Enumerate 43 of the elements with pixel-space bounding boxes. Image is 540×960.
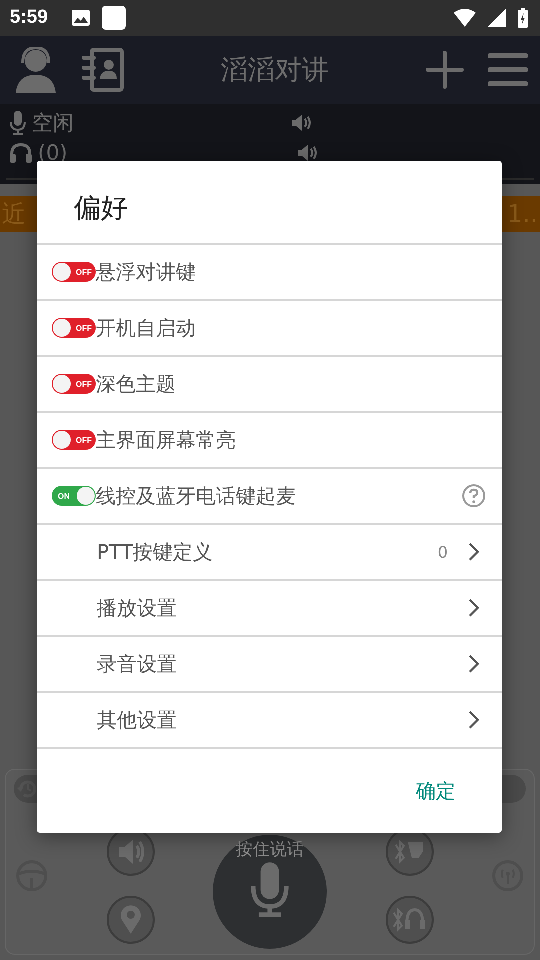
help-icon[interactable] xyxy=(462,484,486,508)
setting-label: 主界面屏幕常亮 xyxy=(96,426,236,454)
toggle-switch[interactable]: OFF xyxy=(52,318,96,338)
setting-link[interactable]: 播放设置 xyxy=(97,594,177,622)
setting-value: 0 xyxy=(438,542,448,562)
ptt-label: 按住说话 xyxy=(236,838,304,860)
history-icon xyxy=(17,778,39,800)
toggle-switch[interactable]: OFF xyxy=(52,262,96,282)
chevron-right-icon xyxy=(468,710,480,730)
bluetooth-headset-button[interactable] xyxy=(386,896,434,944)
chevron-right-icon xyxy=(468,542,480,562)
battery-icon xyxy=(518,8,528,28)
toggle-switch[interactable]: OFF xyxy=(52,374,96,394)
setting-link[interactable]: 录音设置 xyxy=(97,650,177,678)
toggle-switch[interactable]: OFF xyxy=(52,430,96,450)
status-time: 5:59 xyxy=(10,7,48,29)
signal-icon xyxy=(488,9,506,27)
chevron-right-icon xyxy=(468,654,480,674)
app-title: 滔滔对讲 xyxy=(220,54,330,88)
microphone-icon xyxy=(10,111,26,135)
agent-icon[interactable] xyxy=(14,47,58,93)
confirm-button[interactable]: 确定 xyxy=(410,774,462,808)
setting-label: 悬浮对讲键 xyxy=(96,258,196,286)
setting-label: 深色主题 xyxy=(96,370,176,398)
push-to-talk-button[interactable] xyxy=(213,834,327,948)
mic-status: 空闲 xyxy=(32,110,75,137)
headphones-icon xyxy=(10,143,32,163)
chevron-right-icon xyxy=(468,598,480,618)
contacts-icon[interactable] xyxy=(82,48,124,92)
location-button[interactable] xyxy=(106,896,154,944)
add-icon[interactable] xyxy=(426,51,464,89)
app-icon xyxy=(102,6,126,30)
dialog-title: 偏好 xyxy=(37,161,502,245)
image-icon xyxy=(72,10,90,26)
toggle-switch[interactable]: ON xyxy=(52,486,96,506)
speaker-icon xyxy=(298,145,318,161)
menu-icon[interactable] xyxy=(488,53,528,87)
speaker-icon xyxy=(292,115,312,131)
setting-label: 开机自启动 xyxy=(96,314,196,342)
setting-link[interactable]: PTT按键定义 xyxy=(97,538,214,566)
setting-link[interactable]: 其他设置 xyxy=(97,706,177,734)
wifi-icon xyxy=(454,9,476,27)
setting-label: 线控及蓝牙电话键起麦 xyxy=(96,482,296,510)
